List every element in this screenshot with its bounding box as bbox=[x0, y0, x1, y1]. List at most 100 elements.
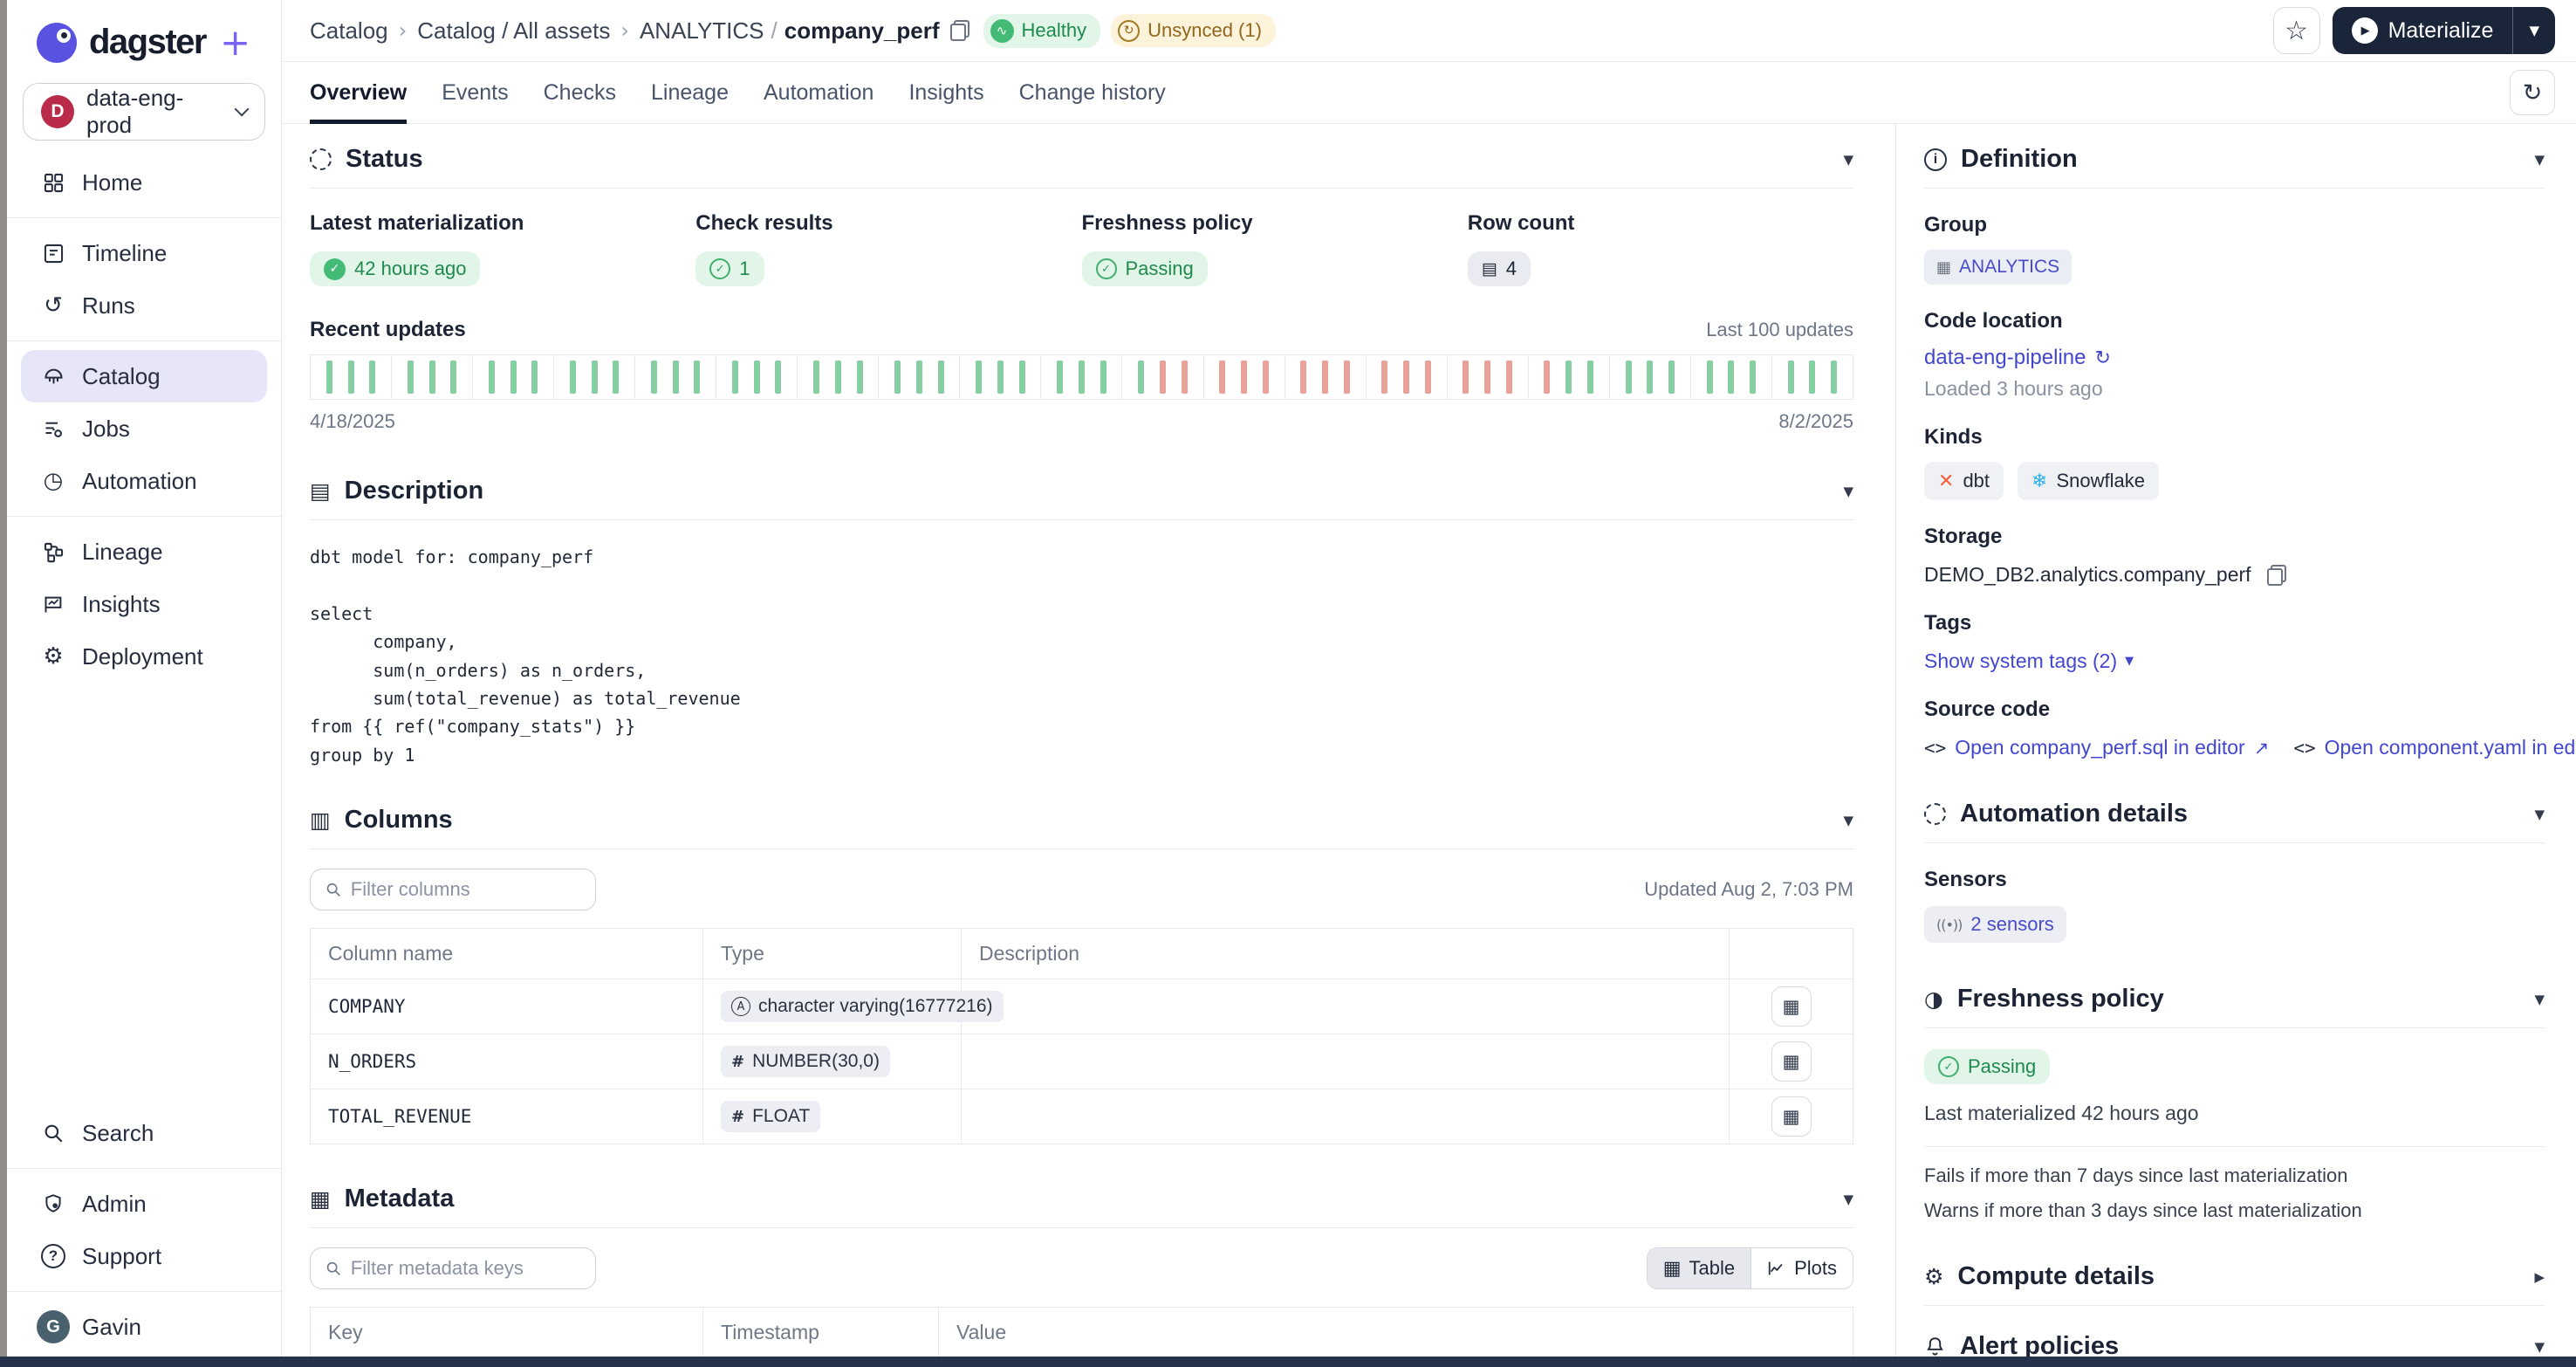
toggle-table-view[interactable]: ▦ Table bbox=[1648, 1248, 1750, 1288]
update-tick[interactable] bbox=[1544, 361, 1550, 394]
update-tick[interactable] bbox=[1484, 361, 1490, 394]
update-tick[interactable] bbox=[813, 361, 819, 394]
update-tick[interactable] bbox=[976, 361, 982, 394]
update-tick[interactable] bbox=[1587, 361, 1593, 394]
sidebar-item-insights[interactable]: Insights bbox=[7, 578, 281, 630]
row-count-badge[interactable]: ▤ 4 bbox=[1468, 251, 1531, 286]
sidebar-item-user[interactable]: G Gavin bbox=[7, 1301, 281, 1353]
open-yaml-link[interactable]: <> Open component.yaml in editor ↗ bbox=[2293, 736, 2576, 759]
refresh-button[interactable]: ↻ bbox=[2510, 70, 2555, 115]
dagster-logo[interactable]: dagster + bbox=[7, 0, 281, 69]
update-tick[interactable] bbox=[754, 361, 760, 394]
update-tick[interactable] bbox=[1241, 361, 1247, 394]
breadcrumb-group[interactable]: ANALYTICS bbox=[640, 17, 764, 45]
update-tick[interactable] bbox=[1057, 361, 1063, 394]
update-tick[interactable] bbox=[1728, 361, 1734, 394]
sidebar-item-admin[interactable]: Admin bbox=[7, 1178, 281, 1230]
update-tick[interactable] bbox=[1788, 361, 1794, 394]
sidebar-item-home[interactable]: Home bbox=[7, 156, 281, 209]
materialize-button[interactable]: ▶ Materialize bbox=[2333, 17, 2513, 44]
favorite-star-button[interactable]: ☆ bbox=[2273, 7, 2320, 54]
update-tick[interactable] bbox=[938, 361, 944, 394]
update-tick[interactable] bbox=[592, 361, 598, 394]
collapse-caret-icon[interactable]: ▼ bbox=[1843, 813, 1853, 828]
update-tick[interactable] bbox=[450, 361, 456, 394]
update-tick[interactable] bbox=[1831, 361, 1837, 394]
update-tick[interactable] bbox=[1565, 361, 1572, 394]
sensors-badge[interactable]: ((•)) 2 sensors bbox=[1924, 906, 2066, 943]
open-sql-link[interactable]: <> Open company_perf.sql in editor ↗ bbox=[1924, 736, 2269, 759]
breadcrumb-all-assets[interactable]: Catalog / All assets bbox=[417, 17, 610, 45]
sidebar-item-deployment[interactable]: ⚙ Deployment bbox=[7, 630, 281, 683]
filter-metadata-input[interactable] bbox=[351, 1257, 581, 1280]
sidebar-item-lineage[interactable]: Lineage bbox=[7, 526, 281, 578]
tab-events[interactable]: Events bbox=[442, 62, 508, 124]
collapse-caret-icon[interactable]: ▼ bbox=[2534, 152, 2545, 168]
update-tick[interactable] bbox=[326, 361, 332, 394]
sidebar-item-support[interactable]: ? Support bbox=[7, 1230, 281, 1282]
update-tick[interactable] bbox=[369, 361, 375, 394]
freshness-badge[interactable]: ✓ Passing bbox=[1082, 251, 1208, 286]
show-system-tags-link[interactable]: Show system tags (2) ▼ bbox=[1924, 649, 2134, 673]
update-tick[interactable] bbox=[510, 361, 517, 394]
collapse-caret-icon[interactable]: ▼ bbox=[1843, 484, 1853, 499]
update-tick[interactable] bbox=[348, 361, 354, 394]
update-tick[interactable] bbox=[894, 361, 901, 394]
update-tick[interactable] bbox=[570, 361, 576, 394]
health-status-badge[interactable]: ∿ Healthy bbox=[983, 14, 1101, 48]
latest-materialization-badge[interactable]: ✓ 42 hours ago bbox=[310, 251, 480, 286]
update-tick[interactable] bbox=[1263, 361, 1269, 394]
sidebar-item-search[interactable]: Search bbox=[7, 1107, 281, 1159]
update-tick[interactable] bbox=[408, 361, 414, 394]
deployment-switcher[interactable]: D data-eng-prod bbox=[23, 83, 265, 141]
update-tick[interactable] bbox=[1626, 361, 1632, 394]
update-tick[interactable] bbox=[1019, 361, 1025, 394]
update-tick[interactable] bbox=[673, 361, 679, 394]
sidebar-item-catalog[interactable]: Catalog bbox=[21, 350, 267, 402]
kind-badge-dbt[interactable]: ✕ dbt bbox=[1924, 462, 2004, 500]
tab-insights[interactable]: Insights bbox=[908, 62, 983, 124]
update-tick[interactable] bbox=[531, 361, 538, 394]
update-tick[interactable] bbox=[857, 361, 863, 394]
update-tick[interactable] bbox=[1182, 361, 1188, 394]
code-location-link[interactable]: data-eng-pipeline bbox=[1924, 346, 2086, 370]
kind-badge-snowflake[interactable]: ❄ Snowflake bbox=[2018, 462, 2159, 500]
filter-columns-field[interactable] bbox=[310, 869, 596, 910]
collapse-caret-icon[interactable]: ▼ bbox=[1843, 1192, 1853, 1207]
tab-checks[interactable]: Checks bbox=[544, 62, 616, 124]
tab-change-history[interactable]: Change history bbox=[1019, 62, 1166, 124]
update-tick[interactable] bbox=[775, 361, 781, 394]
tab-lineage[interactable]: Lineage bbox=[651, 62, 729, 124]
sidebar-item-jobs[interactable]: Jobs bbox=[7, 402, 281, 455]
materialize-dropdown-caret[interactable]: ▼ bbox=[2513, 23, 2555, 38]
update-tick[interactable] bbox=[732, 361, 738, 394]
update-tick[interactable] bbox=[489, 361, 495, 394]
column-lineage-button[interactable]: ▦ bbox=[1771, 986, 1812, 1027]
breadcrumb-catalog[interactable]: Catalog bbox=[310, 17, 388, 45]
update-tick[interactable] bbox=[997, 361, 1004, 394]
update-tick[interactable] bbox=[1809, 361, 1815, 394]
check-results-badge[interactable]: ✓ 1 bbox=[695, 251, 764, 286]
update-tick[interactable] bbox=[916, 361, 922, 394]
collapse-caret-icon[interactable]: ▼ bbox=[2534, 1339, 2545, 1355]
copy-icon[interactable] bbox=[950, 20, 969, 41]
update-tick[interactable] bbox=[429, 361, 435, 394]
collapse-caret-icon[interactable]: ▼ bbox=[2534, 807, 2545, 822]
sidebar-item-automation[interactable]: ◷ Automation bbox=[7, 455, 281, 507]
update-tick[interactable] bbox=[1647, 361, 1653, 394]
tab-overview[interactable]: Overview bbox=[310, 62, 407, 124]
group-badge[interactable]: ▦ ANALYTICS bbox=[1924, 250, 2072, 285]
update-tick[interactable] bbox=[1138, 361, 1144, 394]
update-tick[interactable] bbox=[1463, 361, 1469, 394]
filter-metadata-field[interactable] bbox=[310, 1247, 596, 1289]
collapse-caret-icon[interactable]: ▼ bbox=[2534, 992, 2545, 1007]
update-tick[interactable] bbox=[1425, 361, 1431, 394]
update-tick[interactable] bbox=[1707, 361, 1713, 394]
filter-columns-input[interactable] bbox=[351, 878, 581, 901]
column-lineage-button[interactable]: ▦ bbox=[1771, 1041, 1812, 1082]
update-tick[interactable] bbox=[613, 361, 619, 394]
update-tick[interactable] bbox=[1668, 361, 1675, 394]
collapse-caret-icon[interactable]: ▼ bbox=[1843, 152, 1853, 168]
update-tick[interactable] bbox=[1100, 361, 1106, 394]
update-tick[interactable] bbox=[1344, 361, 1350, 394]
